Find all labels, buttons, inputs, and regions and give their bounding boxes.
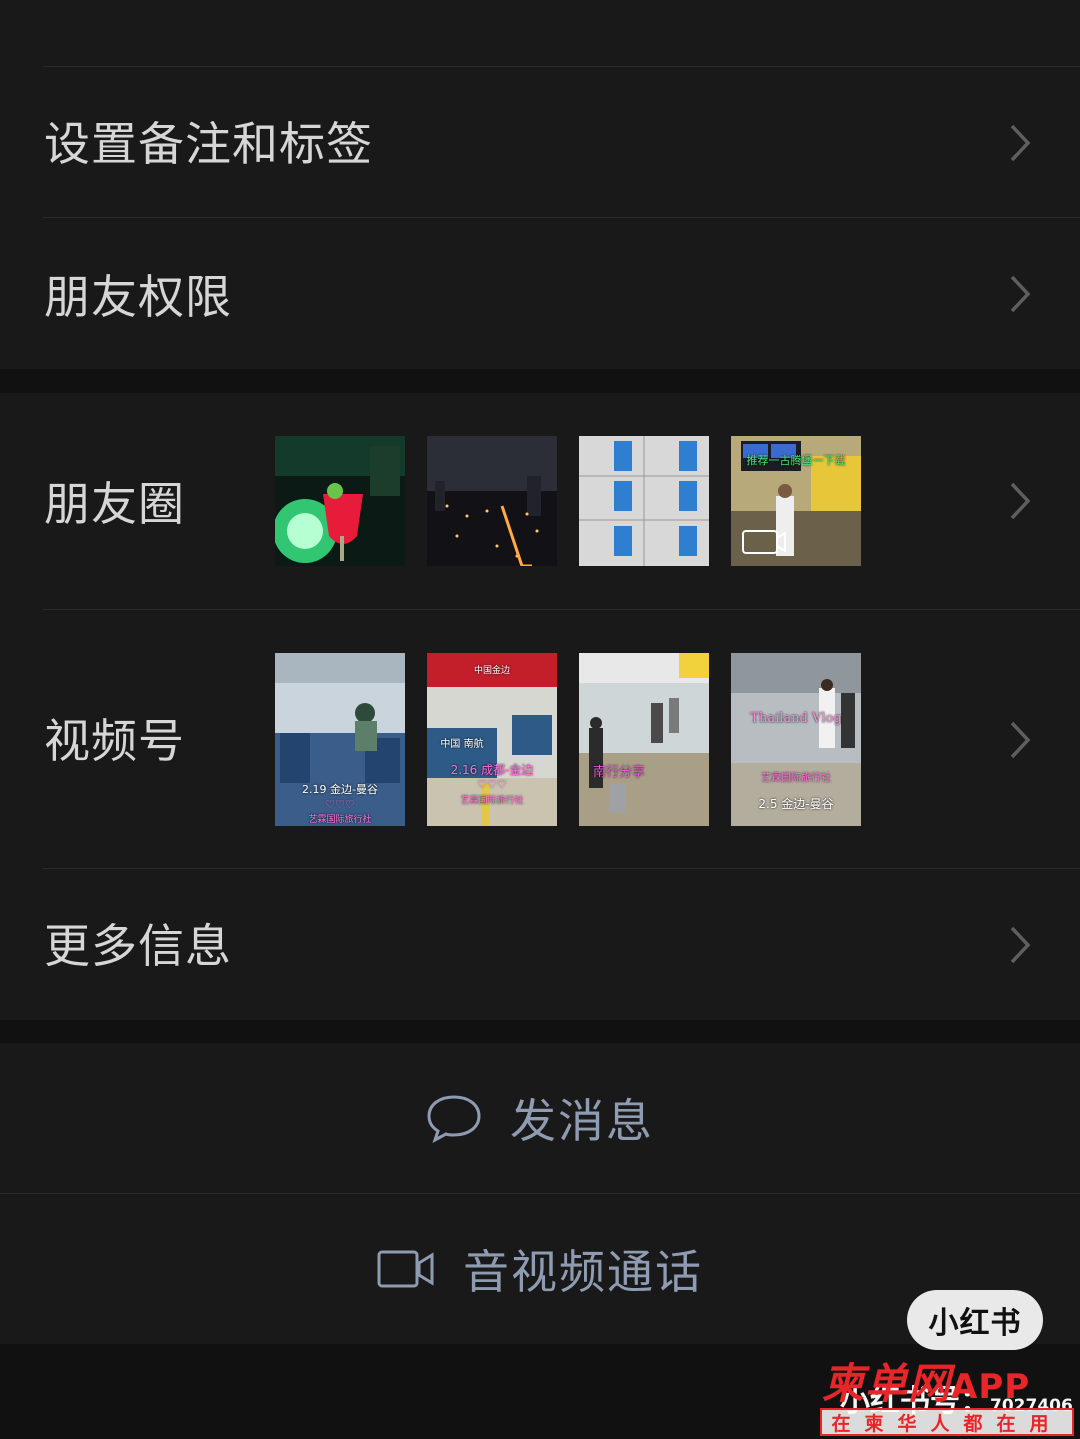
channel-thumb-caption: 南行分享 — [593, 765, 646, 780]
profile-settings-panel: 设置备注和标签 朋友权限 — [0, 0, 1080, 369]
channel-thumb-caption: 2.19 金边-曼谷 — [302, 783, 378, 796]
moments-label: 朋友圈 — [44, 477, 185, 531]
profile-content-panel: 朋友圈 推荐一古腾堡一下载 视频号 2.19 金边-曼谷 ♡♡♡ 艺霖国际旅行社… — [0, 393, 1080, 1020]
channel-thumb-hearts: ♡♡♡ — [477, 778, 507, 791]
channel-thumb-caption: 2.16 成都-金边 — [450, 763, 534, 777]
site-logo-app: APP — [951, 1367, 1031, 1407]
moments-thumbnails: 推荐一古腾堡一下载 — [275, 436, 861, 566]
more-info-label: 更多信息 — [44, 919, 232, 973]
friend-permissions-row[interactable]: 朋友权限 — [0, 218, 1080, 368]
channel-thumb-agency: 艺霖国际旅行社 — [460, 796, 524, 806]
channels-thumbnails: 2.19 金边-曼谷 ♡♡♡ 艺霖国际旅行社 中国金边 中国 南航 2.16 成… — [275, 653, 861, 826]
chevron-right-icon — [1010, 482, 1031, 520]
moments-thumb-cocktail[interactable] — [275, 436, 405, 566]
channel-thumb-hearts: ♡♡♡ — [325, 798, 355, 811]
channel-thumb-title: Thailand Vlog — [750, 711, 842, 726]
send-message-button[interactable]: 发消息 — [0, 1043, 1080, 1193]
chevron-right-icon — [1010, 926, 1031, 964]
site-tagline: 在柬华人都在用 — [820, 1408, 1074, 1436]
more-info-row[interactable]: 更多信息 — [0, 869, 1080, 1020]
channels-row[interactable]: 视频号 2.19 金边-曼谷 ♡♡♡ 艺霖国际旅行社 中国金边 中国 南航 2.… — [0, 610, 1080, 868]
av-call-label: 音视频通话 — [463, 1245, 703, 1299]
chevron-right-icon — [1010, 275, 1031, 313]
friend-permissions-label: 朋友权限 — [44, 270, 232, 324]
moments-thumb-shelves[interactable] — [579, 436, 709, 566]
channel-thumb-plane[interactable]: 2.19 金边-曼谷 ♡♡♡ 艺霖国际旅行社 — [275, 653, 405, 826]
chat-bubble-icon — [426, 1093, 482, 1143]
xiaohongshu-logo: 小红书 — [907, 1290, 1043, 1350]
moments-thumb-city[interactable] — [427, 436, 557, 566]
moments-thumb-airport-video[interactable]: 推荐一古腾堡一下载 — [731, 436, 861, 566]
channel-thumb-caption: 2.5 金边-曼谷 — [758, 797, 834, 811]
chevron-right-icon — [1010, 721, 1031, 759]
remark-tags-label: 设置备注和标签 — [44, 117, 373, 171]
video-camera-icon — [377, 1249, 435, 1289]
channel-thumb-thailand-vlog[interactable]: Thailand Vlog 艺霖国际旅行社 2.5 金边-曼谷 — [731, 653, 861, 826]
send-message-label: 发消息 — [510, 1094, 654, 1148]
chevron-right-icon — [1010, 124, 1031, 162]
channels-label: 视频号 — [44, 714, 185, 768]
channel-thumb-agency: 艺霖国际旅行社 — [761, 773, 831, 784]
moments-row[interactable]: 朋友圈 推荐一古腾堡一下载 — [0, 393, 1080, 609]
remark-tags-row[interactable]: 设置备注和标签 — [0, 67, 1080, 217]
site-logo-text: 柬单网 — [822, 1359, 952, 1408]
channel-thumb-agency: 艺霖国际旅行社 — [308, 815, 372, 825]
site-logo: 柬单网APP — [822, 1350, 1030, 1411]
channel-thumb-terminal[interactable]: 南行分享 — [579, 653, 709, 826]
channel-thumb-airport-counter[interactable]: 中国金边 中国 南航 2.16 成都-金边 ♡♡♡ 艺霖国际旅行社 — [427, 653, 557, 826]
channel-thumb-desk-text: 中国 南航 — [440, 739, 484, 750]
channel-thumb-sign: 中国金边 — [473, 666, 510, 676]
moments-thumb-overlay-text: 推荐一古腾堡一下载 — [746, 454, 846, 467]
